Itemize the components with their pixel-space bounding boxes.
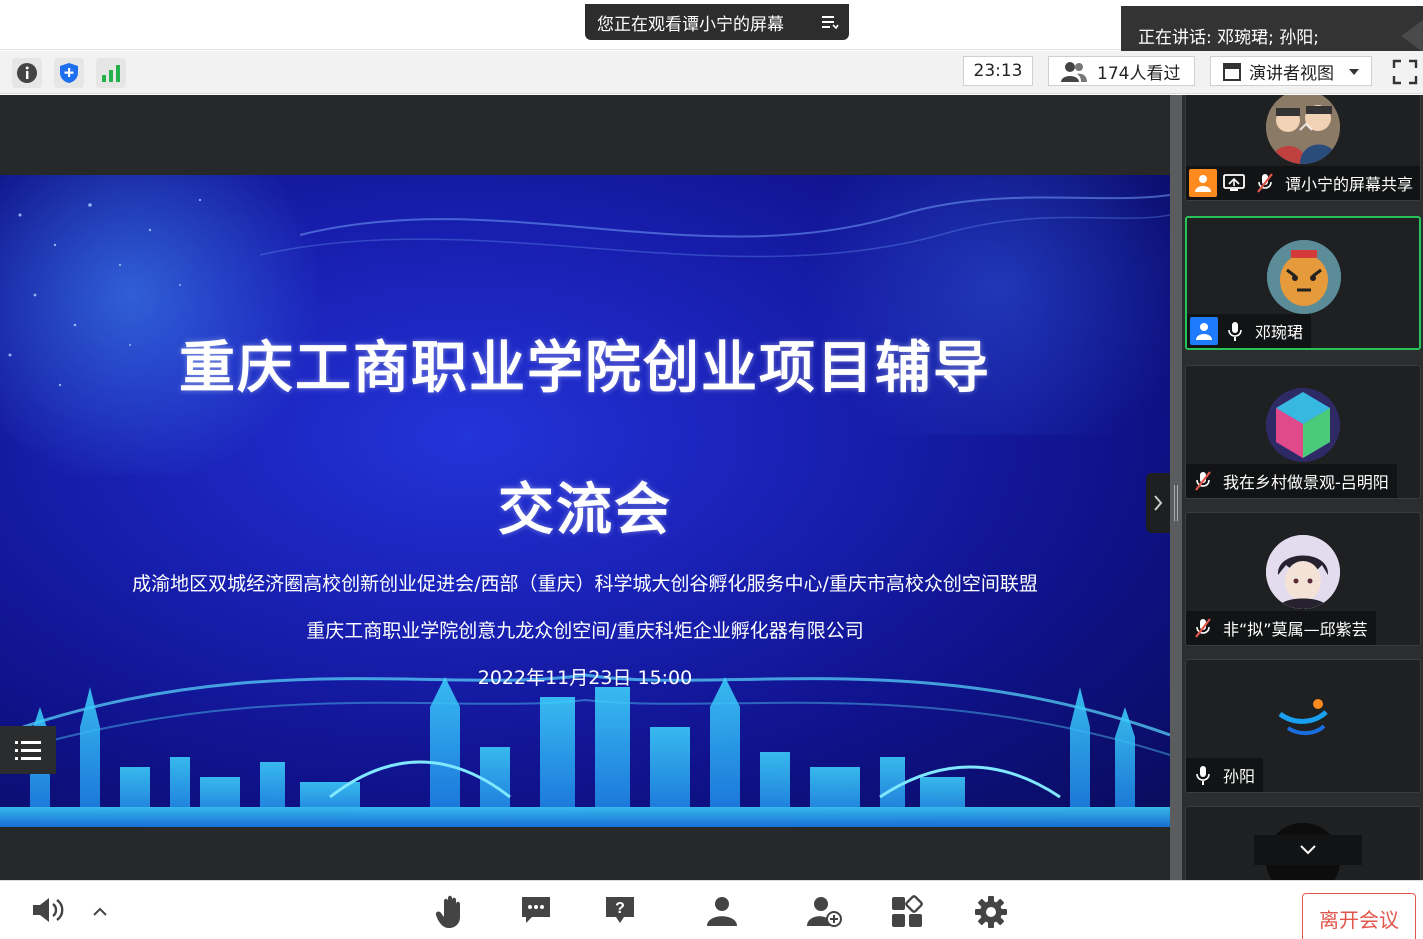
- person-icon: [707, 897, 737, 926]
- participant-tile[interactable]: 谭小宁的屏幕共享: [1185, 95, 1421, 201]
- scroll-up-button[interactable]: [1288, 116, 1324, 136]
- participant-name: 邓琬珺: [1255, 323, 1304, 342]
- slide-title: 重庆工商职业学院创业项目辅导: [179, 335, 991, 401]
- avatar: [1266, 388, 1340, 462]
- list-menu-icon[interactable]: [821, 13, 839, 31]
- slide-title-second-line: 交流会: [498, 477, 672, 543]
- speaking-panel-fold[interactable]: [1401, 20, 1423, 52]
- participant-name-bar: 谭小宁的屏幕共享: [1186, 166, 1420, 200]
- participant-name-bar: 邓琬珺: [1187, 314, 1312, 348]
- user-icon: [1190, 317, 1218, 345]
- chevron-down-icon: [1300, 845, 1316, 855]
- view-mode-select[interactable]: 演讲者视图: [1210, 56, 1372, 86]
- participant-tile[interactable]: 我在乡村做景观-吕明阳: [1185, 365, 1421, 499]
- svg-text:?: ?: [615, 900, 625, 917]
- mic-muted-icon: [1189, 614, 1217, 642]
- shared-screen-stage: 重庆工商职业学院创业项目辅导 交流会 成渝地区双城经济圈高校创新创业促进会/西部…: [0, 95, 1170, 880]
- participant-name-bar: 非“拟”莫属—邱紫芸: [1186, 611, 1376, 645]
- avatar: [1266, 535, 1340, 609]
- participant-name: 孙阳: [1223, 767, 1256, 786]
- security-button[interactable]: [54, 58, 84, 88]
- avatar: [1266, 682, 1340, 756]
- chat-bubble-icon: [522, 897, 550, 923]
- collapse-gallery-button[interactable]: [1146, 473, 1170, 533]
- host-badge-icon: [1189, 169, 1217, 197]
- viewer-count-text: 174人看过: [1097, 63, 1181, 84]
- audio-button[interactable]: [30, 895, 70, 935]
- qa-button[interactable]: ?: [600, 895, 640, 935]
- chevron-up-icon: [93, 907, 107, 916]
- signal-bars-icon: [102, 65, 120, 82]
- participant-tile-active-speaker[interactable]: 邓琬珺: [1185, 216, 1421, 350]
- chevron-right-icon: [1154, 495, 1163, 511]
- mic-icon: [1221, 317, 1249, 345]
- invite-button[interactable]: [804, 895, 844, 935]
- mic-icon: [1189, 761, 1217, 789]
- network-status-button[interactable]: [96, 58, 126, 88]
- city-skyline-illustration: [0, 677, 1170, 827]
- gear-icon: [975, 896, 1007, 928]
- list-icon: [15, 741, 41, 760]
- participant-gallery: 谭小宁的屏幕共享 邓琬珺 我在乡村做景观-吕明阳 非“拟”莫属—邱紫芸 孙阳: [1182, 95, 1423, 880]
- participant-name: 我在乡村做景观-吕明阳: [1223, 473, 1389, 492]
- layout-icon: [1223, 63, 1241, 81]
- slide-list-button[interactable]: [0, 726, 56, 774]
- participant-name-bar: 我在乡村做景观-吕明阳: [1186, 464, 1397, 498]
- participant-name: 谭小宁的屏幕共享: [1285, 175, 1414, 194]
- question-bubble-icon: ?: [606, 897, 634, 923]
- viewer-count[interactable]: 174人看过: [1048, 56, 1195, 86]
- settings-button[interactable]: [971, 895, 1011, 935]
- meeting-window: 您正在观看谭小宁的屏幕 正在讲话: 邓琬珺; 孙阳; 23:13 174人看过 …: [0, 0, 1423, 939]
- screen-share-banner-text: 您正在观看谭小宁的屏幕: [597, 14, 784, 35]
- speaking-text: 正在讲话: 邓琬珺; 孙阳;: [1138, 27, 1319, 48]
- audio-options-button[interactable]: [82, 905, 118, 939]
- slide-organizers-line2: 重庆工商职业学院创意九龙众创空间/重庆科炬企业孵化器有限公司: [306, 620, 864, 642]
- splitter-grip[interactable]: [1174, 485, 1178, 521]
- scroll-down-button[interactable]: [1254, 835, 1362, 865]
- fullscreen-icon[interactable]: [1392, 59, 1418, 85]
- participant-tile[interactable]: 孙阳: [1185, 659, 1421, 793]
- info-icon: [17, 63, 37, 83]
- participant-name: 非“拟”莫属—邱紫芸: [1223, 620, 1368, 639]
- people-icon: [1061, 62, 1087, 82]
- chevron-down-icon: [1349, 69, 1359, 75]
- view-mode-label: 演讲者视图: [1249, 63, 1334, 84]
- participant-name-bar: 孙阳: [1186, 758, 1264, 792]
- chat-button[interactable]: [516, 895, 556, 935]
- participant-tile[interactable]: 非“拟”莫属—邱紫芸: [1185, 512, 1421, 646]
- screen-share-banner[interactable]: 您正在观看谭小宁的屏幕: [585, 4, 849, 40]
- leave-meeting-button[interactable]: 离开会议: [1302, 893, 1416, 939]
- bottom-control-bar: ? 离开会议: [0, 880, 1423, 939]
- apps-grid-icon: [892, 895, 923, 927]
- speaker-icon: [33, 898, 64, 922]
- apps-button[interactable]: [887, 895, 927, 935]
- meeting-toolbar: 23:13 174人看过 演讲者视图: [0, 51, 1423, 94]
- info-button[interactable]: [12, 58, 42, 88]
- shield-icon: [60, 63, 78, 83]
- panel-splitter[interactable]: [1170, 95, 1182, 880]
- raise-hand-button[interactable]: [430, 895, 470, 935]
- screen-share-icon: [1220, 169, 1248, 197]
- meeting-timer: 23:13: [963, 56, 1033, 86]
- hand-icon: [435, 895, 460, 928]
- participants-button[interactable]: [702, 895, 742, 935]
- avatar: [1267, 240, 1341, 314]
- slide-organizers-line1: 成渝地区双城经济圈高校创新创业促进会/西部（重庆）科学城大创谷孵化服务中心/重庆…: [132, 573, 1038, 595]
- presentation-slide: 重庆工商职业学院创业项目辅导 交流会 成渝地区双城经济圈高校创新创业促进会/西部…: [0, 175, 1170, 827]
- mic-muted-icon: [1251, 169, 1279, 197]
- mic-muted-icon: [1189, 467, 1217, 495]
- add-user-icon: [807, 897, 842, 927]
